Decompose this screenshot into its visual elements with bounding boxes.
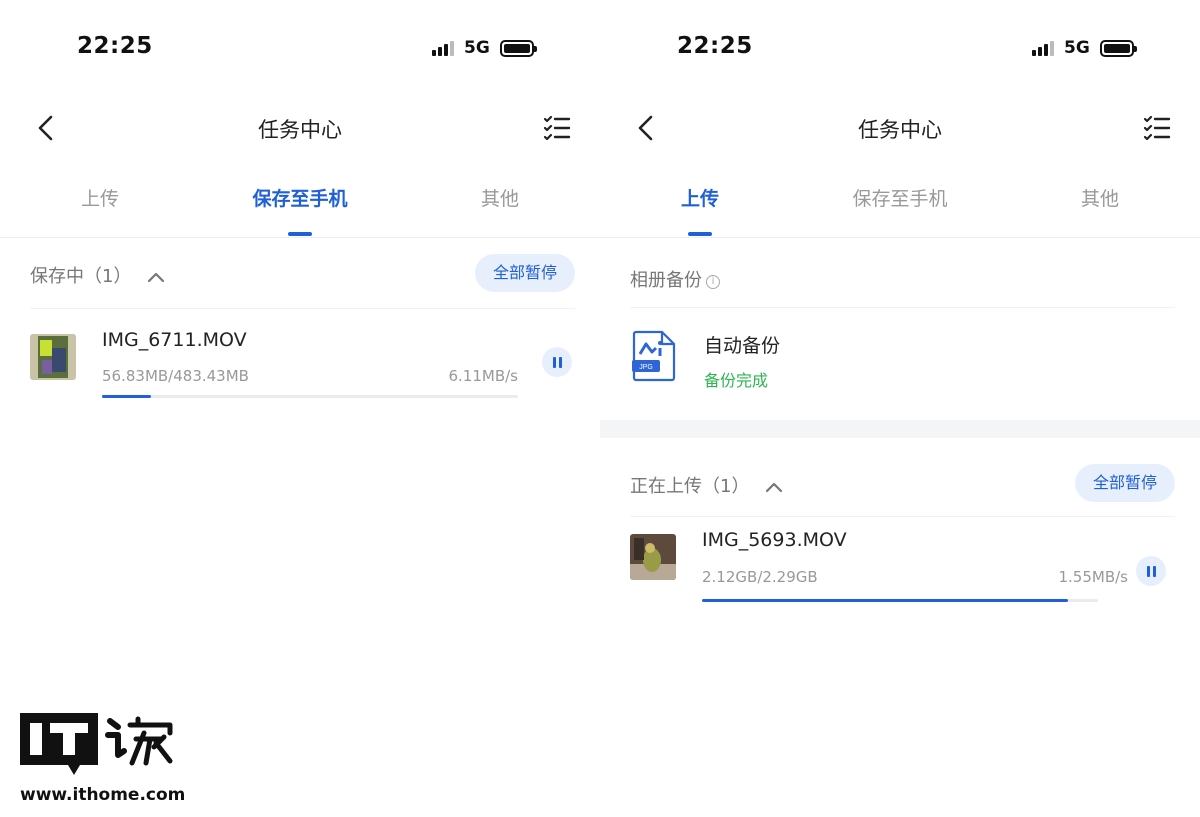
right-screen: 22:25 5G 任务中心 上传 保存至手机 其他 相册备份 i JPG 自动备… <box>600 0 1200 817</box>
tab-upload[interactable]: 上传 <box>0 184 200 236</box>
transfer-speed: 6.11MB/s <box>448 367 519 385</box>
backup-status: 备份完成 <box>704 371 769 390</box>
pause-all-button[interactable]: 全部暂停 <box>474 254 575 292</box>
tab-indicator <box>288 232 312 236</box>
left-screen: 22:25 5G 任务中心 上传 保存至手机 其他 保存中（1） 全部暂停 IM… <box>0 0 600 817</box>
section-title-row[interactable]: 正在上传（1） <box>630 472 783 498</box>
divider <box>630 307 1175 308</box>
tab-bar: 上传 保存至手机 其他 <box>600 184 1200 236</box>
tab-upload[interactable]: 上传 <box>600 184 800 236</box>
pause-icon <box>552 356 556 368</box>
status-indicators: 5G <box>432 38 537 58</box>
album-backup-title: 相册备份 <box>630 270 702 291</box>
saving-section-header: 保存中（1） 全部暂停 <box>30 254 575 298</box>
page-title: 任务中心 <box>258 118 342 142</box>
checklist-icon <box>1143 115 1171 141</box>
ithome-watermark: www.ithome.com <box>18 709 188 809</box>
watermark-url: www.ithome.com <box>20 785 186 805</box>
tab-divider <box>0 237 600 238</box>
chevron-up-icon <box>766 482 783 493</box>
section-title: 保存中（1） <box>30 266 132 287</box>
pause-all-button[interactable]: 全部暂停 <box>1074 464 1175 502</box>
network-type: 5G <box>1064 38 1090 58</box>
progress-bar <box>102 395 518 398</box>
status-indicators: 5G <box>1032 38 1137 58</box>
signal-icon <box>432 40 454 56</box>
chevron-up-icon <box>148 272 165 283</box>
tab-other[interactable]: 其他 <box>1000 184 1200 236</box>
video-thumbnail <box>30 334 76 380</box>
task-list-button[interactable] <box>543 114 571 142</box>
section-title-row[interactable]: 保存中（1） <box>30 262 165 288</box>
page-title: 任务中心 <box>858 118 942 142</box>
tab-label: 保存至手机 <box>252 188 348 210</box>
tab-bar: 上传 保存至手机 其他 <box>0 184 600 236</box>
progress-bar <box>702 599 1098 602</box>
video-thumbnail <box>630 534 676 580</box>
file-row: IMG_6711.MOV 56.83MB/483.43MB 6.11MB/s <box>30 320 575 410</box>
section-title: 正在上传（1） <box>630 476 750 497</box>
ithome-logo <box>20 713 173 775</box>
pause-icon <box>1146 565 1150 577</box>
file-row: IMG_5693.MOV 2.12GB/2.29GB 1.55MB/s <box>630 520 1175 610</box>
battery-icon <box>1099 39 1137 57</box>
signal-icon <box>1032 40 1054 56</box>
tab-save-to-phone[interactable]: 保存至手机 <box>200 184 400 236</box>
progress-fill <box>102 395 152 398</box>
jpg-badge-text: JPG <box>639 364 653 371</box>
uploading-section-header: 正在上传（1） 全部暂停 <box>630 464 1175 508</box>
tab-other[interactable]: 其他 <box>400 184 600 236</box>
progress-fill <box>702 599 1069 602</box>
file-name: IMG_6711.MOV <box>102 329 247 351</box>
file-name: IMG_5693.MOV <box>702 529 847 551</box>
divider <box>630 516 1175 517</box>
tab-label: 其他 <box>1080 188 1119 210</box>
divider <box>30 308 575 309</box>
status-time: 22:25 <box>677 33 753 59</box>
tab-save-to-phone[interactable]: 保存至手机 <box>800 184 1000 236</box>
tab-label: 上传 <box>80 188 119 210</box>
file-size: 2.12GB/2.29GB <box>702 568 818 586</box>
tab-indicator <box>688 232 712 236</box>
pause-button[interactable] <box>1136 556 1166 586</box>
album-backup-label: 相册备份 i <box>630 266 720 292</box>
tab-label: 上传 <box>680 188 719 210</box>
auto-backup-title: 自动备份 <box>704 335 781 357</box>
tab-label: 保存至手机 <box>852 188 948 210</box>
pause-button[interactable] <box>542 347 572 377</box>
battery-icon <box>499 39 537 57</box>
auto-backup-icon: JPG <box>630 330 678 382</box>
task-list-button[interactable] <box>1143 114 1171 142</box>
file-size: 56.83MB/483.43MB <box>102 367 249 385</box>
transfer-speed: 1.55MB/s <box>1058 568 1129 586</box>
tab-divider <box>600 237 1200 238</box>
info-icon[interactable]: i <box>706 275 720 289</box>
tab-label: 其他 <box>480 188 519 210</box>
section-separator <box>600 420 1200 438</box>
status-time: 22:25 <box>77 33 153 59</box>
network-type: 5G <box>464 38 490 58</box>
checklist-icon <box>543 115 571 141</box>
